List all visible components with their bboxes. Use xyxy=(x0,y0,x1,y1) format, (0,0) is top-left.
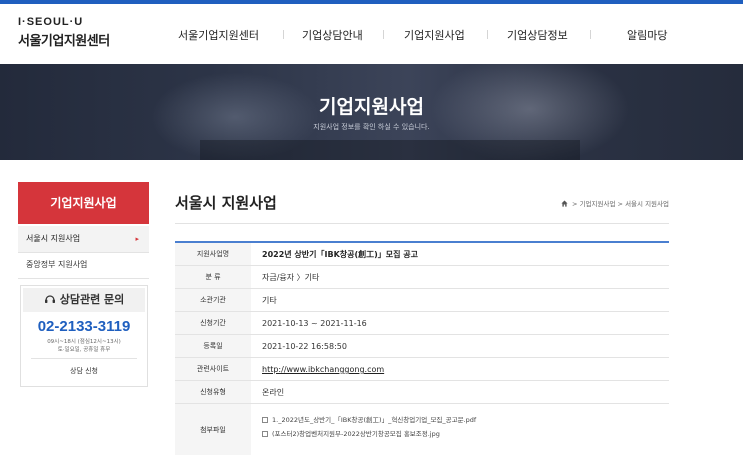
attachment-link[interactable]: (포스터2)창업벤처지원부-2022상반기창공모집 홍보조정.jpg xyxy=(262,428,440,438)
program-category: 자금/융자 〉기타 xyxy=(262,273,320,282)
contact-hours-closed: 토·일요일, 공휴일 휴무 xyxy=(57,347,111,353)
related-site-link[interactable]: http://www.ibkchanggong.com xyxy=(262,365,384,374)
table-row: 신청유형 온라인 xyxy=(175,381,669,404)
file-icon xyxy=(262,417,268,423)
breadcrumb-separator: > xyxy=(617,200,623,208)
file-icon xyxy=(262,431,268,437)
attachment-name: (포스터2)창업벤처지원부-2022상반기창공모집 홍보조정.jpg xyxy=(272,430,440,438)
breadcrumb: > 기업지원사업 > 서울시 지원사업 xyxy=(561,198,669,209)
table-row: 신청기간 2021-10-13 ~ 2021-11-16 xyxy=(175,312,669,335)
nav-item-center[interactable]: 서울기업지원센터 xyxy=(178,27,259,43)
nav-item-consulting-guide[interactable]: 기업상담안내 xyxy=(302,27,363,43)
table-row: 첨부파일 1._2022년도_상반기_「IBK창공(創工)」_혁신창업기업_모집… xyxy=(175,404,669,455)
nav-item-support-programs[interactable]: 기업지원사업 xyxy=(404,27,465,43)
row-label: 분 류 xyxy=(175,266,251,288)
breadcrumb-separator: > xyxy=(572,200,578,208)
breadcrumb-item[interactable]: 기업지원사업 xyxy=(580,200,616,208)
nav-item-notice[interactable]: 알림마당 xyxy=(627,27,667,43)
nav-separator xyxy=(487,30,488,39)
chevron-right-icon: ▸ xyxy=(135,235,139,243)
row-label: 신청유형 xyxy=(175,381,251,403)
attachment-link[interactable]: 1._2022년도_상반기_「IBK창공(創工)」_혁신창업기업_모집_공고문.… xyxy=(262,414,476,424)
program-detail-table: 지원사업명 2022년 상반기「IBK창공(創工)」모집 공고 분 류 자금/융… xyxy=(175,241,669,455)
sidebar-item-government-programs[interactable]: 중앙정부 지원사업 xyxy=(18,252,149,278)
main-navigation: 서울기업지원센터 기업상담안내 기업지원사업 기업상담정보 알림마당 xyxy=(0,27,743,43)
row-label: 지원사업명 xyxy=(175,243,251,265)
table-row: 지원사업명 2022년 상반기「IBK창공(創工)」모집 공고 xyxy=(175,243,669,266)
sidebar-title: 기업지원사업 xyxy=(18,182,149,224)
row-label: 첨부파일 xyxy=(175,404,251,455)
attachment-name: 1._2022년도_상반기_「IBK창공(創工)」_혁신창업기업_모집_공고문.… xyxy=(272,416,477,424)
sidebar-item-label: 서울시 지원사업 xyxy=(26,234,81,243)
contact-heading: 상담관련 문의 xyxy=(23,288,145,312)
table-row: 소관기관 기타 xyxy=(175,289,669,312)
breadcrumb-item-current: 서울시 지원사업 xyxy=(625,200,669,208)
row-label: 관련사이트 xyxy=(175,358,251,380)
registration-date: 2021-10-22 16:58:50 xyxy=(262,342,347,351)
sidebar-item-label: 중앙정부 지원사업 xyxy=(26,260,88,269)
nav-separator xyxy=(283,30,284,39)
headset-icon xyxy=(44,290,56,314)
table-row: 관련사이트 http://www.ibkchanggong.com xyxy=(175,358,669,381)
table-row: 등록일 2021-10-22 16:58:50 xyxy=(175,335,669,358)
page-banner: 기업지원사업 지원사업 정보를 확인 하실 수 있습니다. xyxy=(0,64,743,160)
site-header: I·SEOUL·U 서울기업지원센터 서울기업지원센터 기업상담안내 기업지원사… xyxy=(0,4,743,64)
sidebar-divider xyxy=(18,278,149,279)
row-label: 등록일 xyxy=(175,335,251,357)
row-label: 소관기관 xyxy=(175,289,251,311)
related-site-cell: http://www.ibkchanggong.com xyxy=(262,358,384,381)
title-divider xyxy=(175,223,669,224)
program-name: 2022년 상반기「IBK창공(創工)」모집 공고 xyxy=(262,250,419,259)
nav-item-consulting-info[interactable]: 기업상담정보 xyxy=(507,27,568,43)
application-type: 온라인 xyxy=(262,388,285,397)
consult-apply-link[interactable]: 상담 신청 xyxy=(21,366,147,376)
nav-separator xyxy=(383,30,384,39)
contact-hours-weekday: 09시~18시 (점심12시~13시) xyxy=(47,339,121,345)
banner-subtitle: 지원사업 정보를 확인 하실 수 있습니다. xyxy=(313,123,430,131)
table-row: 분 류 자금/융자 〉기타 xyxy=(175,266,669,289)
banner-photo-desk xyxy=(200,140,580,160)
row-label: 신청기간 xyxy=(175,312,251,334)
nav-separator xyxy=(590,30,591,39)
contact-heading-text: 상담관련 문의 xyxy=(59,293,125,306)
program-agency: 기타 xyxy=(262,296,277,305)
consult-contact-box: 상담관련 문의 02-2133-3119 09시~18시 (점심12시~13시)… xyxy=(20,285,148,387)
application-period: 2021-10-13 ~ 2021-11-16 xyxy=(262,319,367,328)
contact-divider xyxy=(31,358,137,359)
banner-title: 기업지원사업 xyxy=(319,96,424,118)
page-title: 서울시 지원사업 xyxy=(175,194,277,212)
contact-phone-number[interactable]: 02-2133-3119 xyxy=(21,318,147,335)
contact-hours: 09시~18시 (점심12시~13시) 토·일요일, 공휴일 휴무 xyxy=(21,338,147,354)
home-icon[interactable] xyxy=(561,200,568,209)
sidebar-item-seoul-programs[interactable]: 서울시 지원사업 ▸ xyxy=(18,226,149,252)
